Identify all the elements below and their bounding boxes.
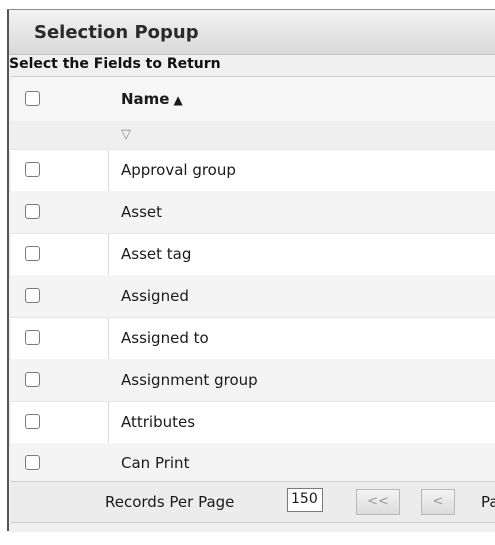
field-name: Approval group bbox=[121, 161, 236, 179]
table-row[interactable]: Can Print bbox=[11, 443, 495, 483]
popup-footer bbox=[9, 524, 495, 532]
records-per-page-label: Records Per Page bbox=[105, 493, 235, 511]
popup-titlebar: Selection Popup bbox=[9, 10, 495, 55]
table-row[interactable]: Asset bbox=[11, 191, 495, 234]
field-name: Assigned bbox=[121, 287, 189, 305]
select-all-checkbox[interactable] bbox=[25, 91, 40, 106]
selection-popup: Selection Popup Select the Fields to Ret… bbox=[7, 9, 495, 532]
row-checkbox[interactable] bbox=[25, 204, 40, 219]
popup-title: Selection Popup bbox=[34, 22, 199, 43]
previous-page-button[interactable]: < bbox=[421, 489, 455, 515]
filter-icon[interactable]: ▽ bbox=[121, 127, 131, 142]
name-header-label: Name bbox=[121, 90, 170, 108]
table-row[interactable]: Assignment group bbox=[11, 359, 495, 402]
row-checkbox[interactable] bbox=[25, 162, 40, 177]
field-name: Can Print bbox=[121, 454, 190, 472]
table-header: Name ▲ bbox=[11, 77, 495, 122]
field-name: Attributes bbox=[121, 413, 196, 431]
table-row[interactable]: Asset tag bbox=[11, 233, 495, 276]
page-label: Pa bbox=[481, 493, 495, 511]
table-row[interactable]: Assigned to bbox=[11, 317, 495, 360]
field-name: Assignment group bbox=[121, 371, 258, 389]
table-row[interactable]: Attributes bbox=[11, 401, 495, 444]
records-per-page-input[interactable]: 150 bbox=[287, 488, 323, 512]
field-name: Asset bbox=[121, 203, 163, 221]
table-row[interactable]: Assigned bbox=[11, 275, 495, 318]
sort-ascending-icon: ▲ bbox=[173, 93, 183, 107]
row-checkbox[interactable] bbox=[25, 330, 40, 345]
row-checkbox[interactable] bbox=[25, 372, 40, 387]
filter-row: ▽ bbox=[11, 121, 495, 150]
table-row[interactable]: Approval group bbox=[11, 149, 495, 192]
field-name: Asset tag bbox=[121, 245, 192, 263]
field-name: Assigned to bbox=[121, 329, 209, 347]
first-page-button[interactable]: << bbox=[356, 489, 400, 515]
fields-grid: Name ▲ ▽ Approval group Asset Asset tag A… bbox=[11, 76, 495, 483]
row-checkbox[interactable] bbox=[25, 414, 40, 429]
row-checkbox[interactable] bbox=[25, 455, 40, 470]
row-checkbox[interactable] bbox=[25, 246, 40, 261]
row-checkbox[interactable] bbox=[25, 288, 40, 303]
pagination-bar: Records Per Page 150 << < Pa bbox=[11, 481, 495, 523]
popup-subtitle: Select the Fields to Return bbox=[9, 56, 221, 72]
name-column-header[interactable]: Name ▲ bbox=[121, 90, 183, 108]
